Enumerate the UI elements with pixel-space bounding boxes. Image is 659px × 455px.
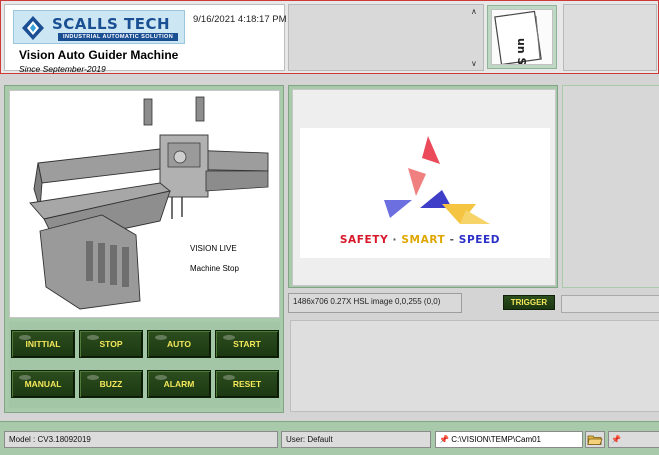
right-info-bar bbox=[561, 295, 659, 313]
secondary-camera-panel bbox=[562, 85, 659, 288]
machine-status-label: Machine Stop bbox=[190, 264, 239, 273]
control-button-area: INITTIAL STOP AUTO START MANUAL BUZZ ALA… bbox=[9, 322, 280, 408]
header-bar: SCALLS TECH INDUSTRIAL AUTOMATIC SOLUTIO… bbox=[0, 0, 659, 74]
pin-icon: 📌 bbox=[439, 435, 449, 444]
brand-panel: SCALLS TECH INDUSTRIAL AUTOMATIC SOLUTIO… bbox=[4, 4, 287, 74]
status-extra-field: 📌 bbox=[608, 431, 659, 448]
alarm-button[interactable]: ALARM bbox=[147, 370, 211, 398]
thumbnail-text: un ST bbox=[515, 38, 528, 64]
status-bar: Model : CV3.18092019 User: Default 📌 C:\… bbox=[0, 421, 659, 455]
header-info-panel bbox=[288, 4, 484, 71]
brand-name: SCALLS TECH bbox=[52, 15, 171, 33]
image-thumbnail[interactable]: un ST bbox=[487, 5, 557, 73]
slogan-text: SAFETY · SMART - SPEED bbox=[308, 234, 532, 246]
chevron-up-icon[interactable]: ∧ bbox=[471, 7, 477, 16]
since-label: Since September-2019 bbox=[19, 64, 106, 74]
camera-image-view[interactable]: SAFETY · SMART - SPEED bbox=[292, 89, 556, 286]
slogan-separator-2: - bbox=[445, 234, 459, 246]
path-value: C:\VISION\TEMP\Cam01 bbox=[451, 435, 541, 444]
machine-title: Vision Auto Guider Machine bbox=[19, 48, 179, 62]
buzz-button[interactable]: BUZZ bbox=[79, 370, 143, 398]
stop-button[interactable]: STOP bbox=[79, 330, 143, 358]
image-info-label: 1486x706 0.27X HSL image 0,0,255 (0,0) bbox=[288, 293, 462, 313]
manual-button[interactable]: MANUAL bbox=[11, 370, 75, 398]
vision-status-label: VISION LIVE bbox=[190, 244, 237, 253]
header-right-panel bbox=[563, 4, 657, 71]
datetime-label: 9/16/2021 4:18:17 PM bbox=[193, 14, 287, 25]
folder-open-icon bbox=[587, 435, 603, 445]
thumbnail-drawing: un ST bbox=[494, 10, 542, 73]
reset-button[interactable]: RESET bbox=[215, 370, 279, 398]
pin-icon: 📌 bbox=[611, 435, 621, 444]
browse-folder-button[interactable] bbox=[585, 431, 605, 448]
result-panel bbox=[290, 320, 659, 412]
company-logo: SCALLS TECH INDUSTRIAL AUTOMATIC SOLUTIO… bbox=[13, 10, 185, 44]
initial-button[interactable]: INITTIAL bbox=[11, 330, 75, 358]
chevron-down-icon[interactable]: ∨ bbox=[471, 59, 477, 68]
user-label: User: Default bbox=[281, 431, 431, 448]
slogan-safety: SAFETY bbox=[339, 234, 389, 246]
machine-panel: VISION LIVE Machine Stop INITTIAL STOP A… bbox=[4, 85, 284, 413]
brand-tagline: INDUSTRIAL AUTOMATIC SOLUTION bbox=[58, 33, 179, 41]
slogan-speed: SPEED bbox=[458, 234, 501, 246]
slogan-separator-1: · bbox=[388, 234, 402, 246]
camera-image: SAFETY · SMART - SPEED bbox=[300, 128, 550, 258]
trigger-button[interactable]: TRIGGER bbox=[503, 295, 555, 310]
start-button[interactable]: START bbox=[215, 330, 279, 358]
thumbnail-image: un ST bbox=[491, 9, 553, 73]
machine-view: VISION LIVE Machine Stop bbox=[9, 90, 280, 318]
auto-button[interactable]: AUTO bbox=[147, 330, 211, 358]
path-field[interactable]: 📌 C:\VISION\TEMP\Cam01 bbox=[435, 431, 583, 448]
machine-illustration bbox=[29, 96, 269, 310]
logo-mark-icon bbox=[22, 16, 44, 40]
model-label: Model : CV3.18092019 bbox=[4, 431, 278, 448]
camera-panel: SAFETY · SMART - SPEED bbox=[288, 85, 558, 288]
slogan-smart: SMART bbox=[401, 234, 446, 246]
